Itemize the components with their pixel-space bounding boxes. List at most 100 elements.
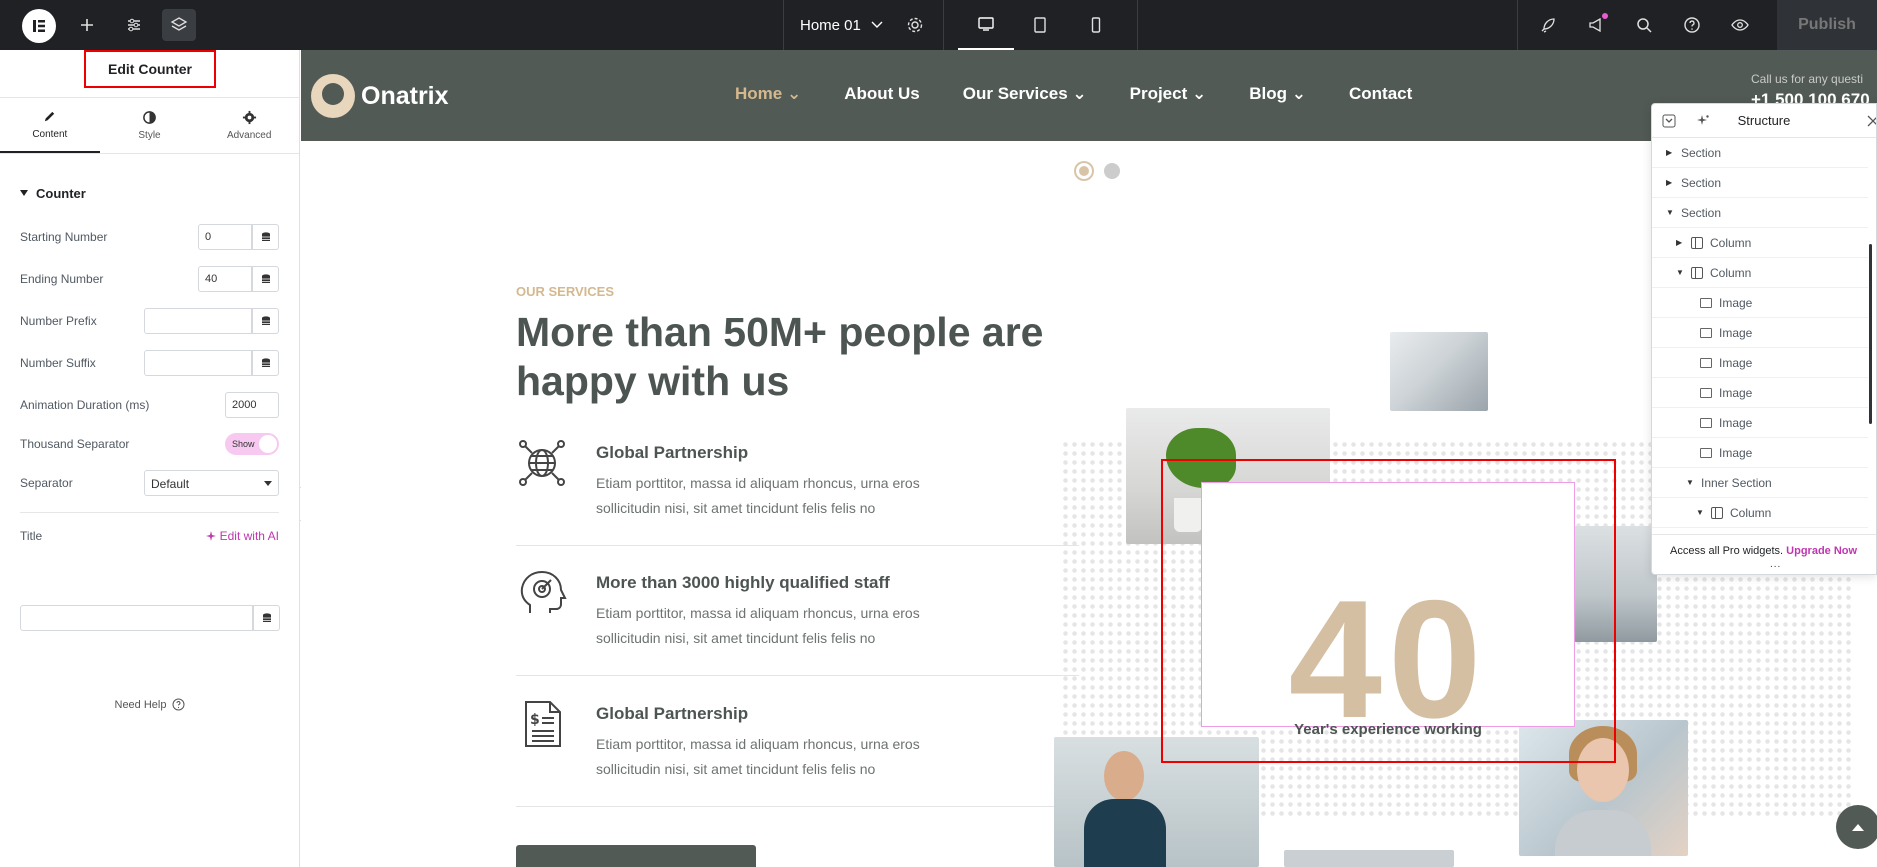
publish-button[interactable]: Publish <box>1777 0 1877 50</box>
thousand-separator-label: Thousand Separator <box>20 437 130 451</box>
tab-advanced[interactable]: Advanced <box>199 98 299 153</box>
tree-item-section[interactable]: ▶ Section <box>1652 138 1868 168</box>
divider <box>516 806 1079 807</box>
divider <box>516 675 1079 676</box>
slider-dot[interactable] <box>1104 163 1120 179</box>
structure-layers-icon[interactable] <box>162 9 196 41</box>
rocket-icon[interactable] <box>1531 9 1565 41</box>
image-icon <box>1700 297 1712 308</box>
thousand-separator-toggle[interactable]: Show <box>225 433 279 455</box>
dynamic-tags-icon[interactable] <box>252 308 279 334</box>
divider <box>516 545 1079 546</box>
selection-highlight <box>1161 459 1616 763</box>
collapse-arrow-icon[interactable]: ▼ <box>1676 268 1684 277</box>
panel-title: Edit Counter <box>84 50 216 88</box>
tree-item-label: Image <box>1719 415 1753 430</box>
tree-item-column[interactable]: ▼ Column <box>1652 258 1868 288</box>
expand-arrow-icon[interactable]: ▶ <box>1676 238 1684 247</box>
tree-item-image[interactable]: Image <box>1652 408 1868 438</box>
collapse-arrow-icon[interactable]: ▼ <box>1666 208 1674 217</box>
dynamic-tags-icon[interactable] <box>252 350 279 376</box>
mobile-view-icon[interactable] <box>1079 9 1113 41</box>
arrow-up-icon <box>1852 824 1864 831</box>
site-logo[interactable]: Onatrix <box>311 74 449 118</box>
tab-style[interactable]: Style <box>100 98 200 153</box>
page-selector[interactable]: Home 01 <box>800 0 883 50</box>
separator-select[interactable]: Default <box>144 470 279 496</box>
expand-arrow-icon[interactable]: ▶ <box>1666 148 1674 157</box>
dynamic-tags-icon[interactable] <box>252 266 279 292</box>
ending-number-input[interactable]: 40 <box>198 266 252 292</box>
tree-item-column[interactable]: ▼ Column <box>1652 498 1868 528</box>
section-heading: More than 50M+ people are happy with us <box>516 308 1116 406</box>
photo-man-with-phone[interactable] <box>1390 332 1488 411</box>
separator-label: Separator <box>20 476 73 490</box>
tree-item-image[interactable]: Image <box>1652 318 1868 348</box>
tree-item-inner-section[interactable]: ▼ Inner Section <box>1652 468 1868 498</box>
preview-eye-icon[interactable] <box>1723 9 1757 41</box>
edit-with-ai-link[interactable]: Edit with AI <box>205 529 279 543</box>
separator-value: Default <box>151 477 190 491</box>
expand-arrow-icon[interactable]: ▶ <box>1666 178 1674 187</box>
slider-dot-active[interactable] <box>1076 163 1092 179</box>
tree-item-label: Inner Section <box>1701 475 1772 490</box>
scroll-to-top-button[interactable] <box>1836 805 1877 849</box>
need-help-link[interactable]: Need Help <box>0 698 300 711</box>
dynamic-tags-icon[interactable] <box>252 224 279 250</box>
number-suffix-control: Number Suffix <box>0 342 299 384</box>
nav-item-home[interactable]: Home ⌄ <box>735 84 801 104</box>
dynamic-tags-icon[interactable] <box>253 605 280 631</box>
add-element-icon[interactable] <box>70 9 104 41</box>
tablet-view-icon[interactable] <box>1023 9 1057 41</box>
structure-panel: Structure ▶ Section ▶ Section ▼ Section … <box>1651 103 1877 575</box>
tree-item-image[interactable]: Image <box>1652 438 1868 468</box>
panel-header: Edit Counter <box>0 50 299 98</box>
tree-item-label: Image <box>1719 385 1753 400</box>
tree-item-label: Image <box>1719 355 1753 370</box>
animation-duration-label: Animation Duration (ms) <box>20 398 150 412</box>
whats-new-megaphone-icon[interactable] <box>1579 9 1613 41</box>
title-input[interactable] <box>20 605 253 631</box>
nav-item-contact[interactable]: Contact <box>1349 84 1412 104</box>
close-icon[interactable] <box>1866 114 1877 128</box>
site-settings-icon[interactable] <box>117 9 151 41</box>
collapse-arrow-icon[interactable]: ▼ <box>1686 478 1694 487</box>
column-icon <box>1711 506 1723 519</box>
globe-network-icon <box>519 440 565 486</box>
image-icon <box>1700 417 1712 428</box>
counter-section-toggle[interactable]: Counter <box>0 170 299 216</box>
site-nav: Home ⌄ About Us Our Services ⌄ Project ⌄… <box>735 84 1412 104</box>
tree-item-section[interactable]: ▼ Section <box>1652 198 1868 228</box>
tab-content[interactable]: Content <box>0 98 100 153</box>
collapse-arrow-icon[interactable]: ▼ <box>1696 508 1704 517</box>
caret-down-icon <box>20 190 28 196</box>
structure-scrollbar[interactable] <box>1869 244 1872 424</box>
more-options-icon[interactable]: ... <box>1770 559 1781 570</box>
starting-number-input[interactable]: 0 <box>198 224 252 250</box>
tree-item-label: Column <box>1730 505 1772 520</box>
divider <box>1517 0 1518 50</box>
tree-item-image[interactable]: Image <box>1652 378 1868 408</box>
animation-duration-input[interactable]: 2000 <box>225 392 279 418</box>
number-prefix-input[interactable] <box>144 308 252 334</box>
nav-item-services[interactable]: Our Services ⌄ <box>963 84 1087 104</box>
nav-item-blog[interactable]: Blog ⌄ <box>1249 84 1306 104</box>
image-icon <box>1700 387 1712 398</box>
nav-item-project[interactable]: Project ⌄ <box>1130 84 1207 104</box>
desktop-view-icon[interactable] <box>958 0 1014 50</box>
edit-panel: Edit Counter Content Style Advanced Coun… <box>0 50 300 867</box>
nav-item-about[interactable]: About Us <box>844 84 920 104</box>
upgrade-now-link[interactable]: Upgrade Now <box>1786 545 1857 557</box>
tree-item-section[interactable]: ▶ Section <box>1652 168 1868 198</box>
cta-button[interactable] <box>516 845 756 867</box>
edit-with-ai-label: Edit with AI <box>219 529 279 543</box>
invoice-document-icon: $ <box>525 701 561 747</box>
number-suffix-input[interactable] <box>144 350 252 376</box>
tree-item-image[interactable]: Image <box>1652 348 1868 378</box>
page-settings-gear-icon[interactable] <box>898 9 932 41</box>
elementor-logo-icon[interactable] <box>22 9 56 43</box>
tree-item-column[interactable]: ▶ Column <box>1652 228 1868 258</box>
help-question-icon[interactable] <box>1675 9 1709 41</box>
tree-item-image[interactable]: Image <box>1652 288 1868 318</box>
search-icon[interactable] <box>1627 9 1661 41</box>
